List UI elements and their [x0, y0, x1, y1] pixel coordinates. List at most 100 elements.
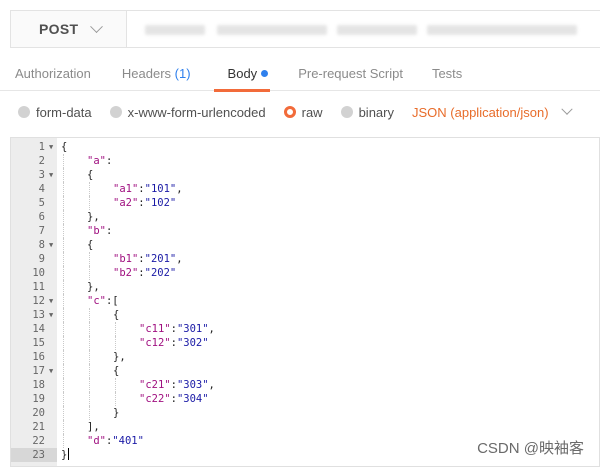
code-line: 11}, — [11, 280, 599, 294]
radio-x-www-form-urlencoded[interactable]: x-www-form-urlencoded — [109, 104, 266, 120]
watermark: CSDN @映袖客 — [477, 440, 584, 457]
indent-guide — [63, 420, 64, 434]
line-code: }, — [87, 280, 100, 294]
body-type-options: form-data x-www-form-urlencoded raw bina… — [18, 100, 573, 124]
fold-arrow-icon[interactable]: ▼ — [49, 294, 53, 308]
json-string: "101" — [144, 183, 177, 195]
json-punctuation: :[ — [105, 295, 119, 307]
indent-guide — [115, 322, 116, 336]
indent-guide — [63, 294, 64, 308]
line-number: 22 — [32, 435, 45, 447]
indent-guide — [89, 378, 90, 392]
line-code: "d":"401" — [87, 434, 144, 448]
line-number: 7 — [38, 225, 45, 237]
line-code: { — [61, 140, 67, 154]
json-key: "b2" — [113, 267, 139, 279]
indent-guide — [89, 308, 90, 322]
line-number: 12 — [32, 295, 45, 307]
tab-tests[interactable]: Tests — [418, 58, 477, 91]
tab-pre-request-script[interactable]: Pre-request Script — [278, 58, 418, 91]
content-type-dropdown[interactable]: JSON (application/json) — [412, 103, 573, 120]
code-line: 13 ▼ { — [11, 308, 599, 322]
json-key: "c21" — [139, 379, 171, 391]
line-code: "c22":"304" — [139, 392, 209, 406]
indent-guide — [89, 196, 90, 210]
line-code: }, — [87, 210, 100, 224]
fold-arrow-icon[interactable]: ▼ — [49, 168, 53, 182]
json-key: "b" — [87, 225, 106, 237]
line-number: 19 — [32, 393, 45, 405]
json-punctuation: , — [208, 323, 215, 335]
line-number: 8 — [38, 239, 45, 251]
json-string: "102" — [144, 197, 177, 209]
line-code: { — [87, 168, 93, 182]
indent-guide — [63, 168, 64, 182]
code-line: 21], — [11, 420, 599, 434]
indent-guide — [63, 350, 64, 364]
code-line: 6}, — [11, 210, 599, 224]
code-line: 18 "c21":"303", — [11, 378, 599, 392]
method-label: POST — [39, 21, 79, 37]
fold-arrow-icon[interactable]: ▼ — [49, 238, 53, 252]
code-line: 17 ▼ { — [11, 364, 599, 378]
indent-guide — [89, 392, 90, 406]
json-string: "201" — [144, 253, 177, 265]
indent-guide — [89, 252, 90, 266]
json-punctuation: { — [61, 141, 68, 153]
json-punctuation: { — [113, 309, 120, 321]
json-key: "c11" — [139, 323, 171, 335]
fold-arrow-icon[interactable]: ▼ — [49, 364, 53, 378]
line-number: 6 — [38, 211, 45, 223]
json-string: "304" — [176, 393, 209, 405]
tab-headers[interactable]: Headers (1) — [106, 58, 206, 91]
tab-body[interactable]: Body — [206, 58, 279, 92]
tab-label: Headers — [121, 66, 172, 81]
json-key: "c" — [87, 295, 106, 307]
fold-arrow-icon[interactable]: ▼ — [49, 140, 53, 154]
code-editor[interactable]: 1 ▼{2 "a": 3 ▼{4 "a1":"101", 5 "a2":"102" 6}, 7 "b… — [10, 137, 600, 467]
line-code: ], — [87, 420, 100, 434]
line-code: "c11":"301", — [139, 322, 215, 336]
indent-guide — [89, 182, 90, 196]
line-number: 10 — [32, 267, 45, 279]
tab-authorization[interactable]: Authorization — [0, 58, 106, 91]
request-tabs: Authorization Headers (1) Body Pre-reque… — [0, 58, 600, 92]
radio-selected-icon — [283, 106, 296, 118]
indent-guide — [63, 252, 64, 266]
indent-guide — [63, 182, 64, 196]
json-punctuation: , — [176, 253, 183, 265]
json-key: "a2" — [113, 197, 139, 209]
fold-arrow-icon[interactable]: ▼ — [49, 308, 53, 322]
tab-label: Pre-request Script — [298, 66, 403, 81]
line-code: } — [113, 406, 119, 420]
radio-binary[interactable]: binary — [340, 105, 394, 120]
line-number: 9 — [38, 253, 45, 265]
radio-form-data[interactable]: form-data — [18, 105, 92, 120]
json-punctuation: } — [61, 449, 68, 461]
radio-circle-icon — [109, 106, 122, 118]
indent-guide — [89, 350, 90, 364]
url-input[interactable] — [127, 11, 600, 47]
json-key: "a" — [87, 155, 106, 167]
line-code: "b2":"202" — [113, 266, 176, 280]
line-code: }, — [113, 350, 126, 364]
line-code: "c":[ — [87, 294, 119, 308]
indent-guide — [63, 336, 64, 350]
line-number: 21 — [32, 421, 45, 433]
indent-guide — [89, 364, 90, 378]
method-select[interactable]: POST — [11, 11, 127, 47]
line-number: 1 — [38, 141, 45, 153]
radio-label: x-www-form-urlencoded — [127, 104, 266, 120]
code-line: 15 "c12":"302" — [11, 336, 599, 350]
code-line: 3 ▼ { — [11, 168, 599, 182]
indent-guide — [89, 406, 90, 420]
chevron-down-icon — [560, 103, 573, 115]
indent-guide — [63, 196, 64, 210]
json-key: "d" — [87, 435, 106, 447]
line-number: 4 — [38, 183, 45, 195]
line-number: 18 — [32, 379, 45, 391]
json-punctuation: { — [87, 239, 94, 251]
radio-raw[interactable]: raw — [283, 105, 323, 120]
code-lines: 1 ▼{2 "a": 3 ▼{4 "a1":"101", 5 "a2":"102" 6}, 7 "b… — [11, 138, 599, 462]
line-code: "a": — [87, 154, 112, 168]
